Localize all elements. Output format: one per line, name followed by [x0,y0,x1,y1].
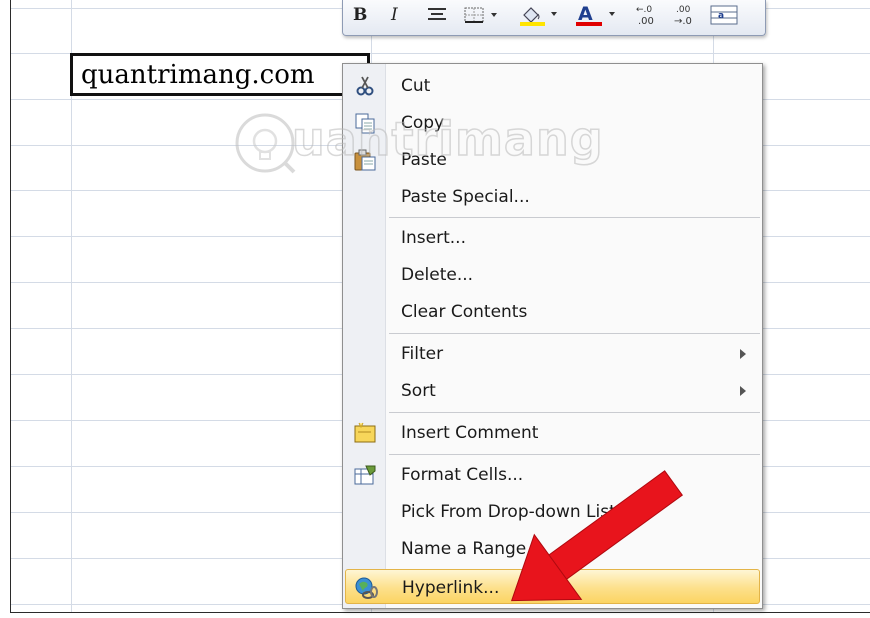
menu-item-label: Hyperlink... [402,578,500,598]
menu-item-label: Filter [401,344,444,364]
menu-item-format-cells[interactable]: Format Cells... [345,457,760,492]
menu-item-label: Paste [401,150,447,170]
menu-item-label: Format Cells... [401,465,524,485]
menu-item-sort[interactable]: Sort [345,373,760,408]
menu-item-label: Copy [401,113,445,133]
svg-text:A: A [578,3,593,25]
menu-item-label: Cut [401,76,431,96]
scissors-icon [353,74,377,98]
svg-text:a: a [718,11,724,21]
menu-separator [389,412,760,413]
selected-cell[interactable]: quantrimang.com [70,53,370,96]
menu-item-cut[interactable]: Cut [345,68,760,103]
menu-item-insert-comment[interactable]: Insert Comment [345,415,760,450]
decrease-decimal-icon[interactable]: .00 →.0 [673,2,703,28]
increase-decimal-icon[interactable]: ←.0.00 [635,2,665,28]
svg-text:→.0: →.0 [674,16,692,27]
format-cells-icon [353,463,377,487]
context-menu: Cut Copy Paste Paste Special... Insert..… [342,63,763,609]
comment-icon [353,421,377,445]
borders-icon[interactable] [463,2,501,28]
menu-item-label: Paste Special... [401,187,530,207]
svg-text:←.0: ←.0 [636,5,652,15]
menu-item-label: Clear Contents [401,302,528,322]
copy-icon [353,111,377,135]
menu-item-label: Insert... [401,228,466,248]
menu-item-label: Sort [401,381,436,401]
menu-item-insert[interactable]: Insert... [345,220,760,255]
menu-item-label: Delete... [401,265,474,285]
bold-button[interactable]: B [353,2,367,28]
menu-item-name-range[interactable]: Name a Range... [345,531,760,566]
italic-button[interactable]: I [391,2,398,28]
svg-text:.00: .00 [676,5,691,15]
submenu-arrow-icon [740,349,746,359]
menu-separator [389,217,760,218]
menu-separator [389,333,760,334]
menu-item-delete[interactable]: Delete... [345,257,760,292]
menu-item-hyperlink[interactable]: Hyperlink... [345,569,760,604]
menu-separator [389,454,760,455]
merge-center-icon[interactable]: a [709,2,739,28]
paste-icon [353,148,377,172]
menu-item-paste-special[interactable]: Paste Special... [345,179,760,214]
menu-item-pick-from-list[interactable]: Pick From Drop-down List... [345,494,760,529]
cell-value: quantrimang.com [81,60,315,90]
hyperlink-icon [354,576,378,600]
fill-color-icon[interactable] [517,2,561,28]
align-center-icon[interactable] [425,2,449,28]
menu-item-filter[interactable]: Filter [345,336,760,371]
menu-item-label: Name a Range... [401,539,543,559]
menu-item-label: Insert Comment [401,423,539,443]
mini-toolbar: B I A ←.0.00 .00 →.0 a [342,0,766,36]
menu-item-label: Pick From Drop-down List... [401,502,632,522]
font-color-icon[interactable]: A [573,2,619,28]
menu-item-clear-contents[interactable]: Clear Contents [345,294,760,329]
menu-item-paste[interactable]: Paste [345,142,760,177]
svg-text:.00: .00 [638,16,654,27]
menu-item-copy[interactable]: Copy [345,105,760,140]
submenu-arrow-icon [740,386,746,396]
